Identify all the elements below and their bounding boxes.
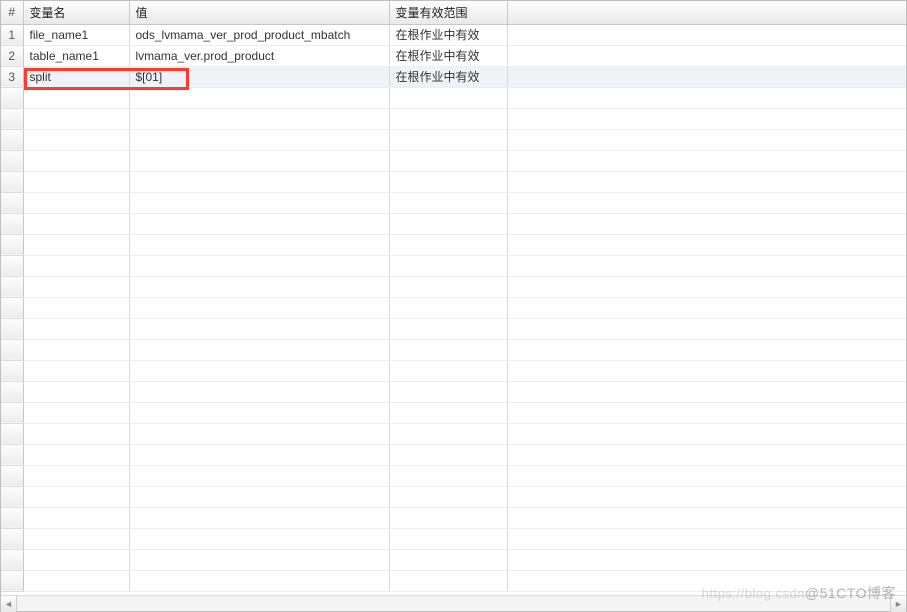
table-row[interactable]: 2 table_name1 lvmama_ver.prod_product 在根… (1, 45, 906, 66)
header-value[interactable]: 值 (129, 1, 389, 24)
table-row-empty[interactable] (1, 129, 906, 150)
row-num: 1 (1, 24, 23, 45)
cell-scope[interactable]: 在根作业中有效 (389, 24, 507, 45)
cell-value[interactable]: lvmama_ver.prod_product (129, 45, 389, 66)
table-row-empty[interactable] (1, 402, 906, 423)
table-row-empty[interactable] (1, 276, 906, 297)
cell-value[interactable]: ods_lvmama_ver_prod_product_mbatch (129, 24, 389, 45)
scroll-right-icon[interactable]: ► (890, 596, 906, 612)
table-header-row: # 变量名 值 变量有效范围 (1, 1, 906, 24)
table-row-empty[interactable] (1, 171, 906, 192)
header-scope[interactable]: 变量有效范围 (389, 1, 507, 24)
variables-table-container: # 变量名 值 变量有效范围 1 file_name1 ods_lvmama_v… (1, 1, 906, 595)
cell-blank (507, 24, 906, 45)
table-row-empty[interactable] (1, 360, 906, 381)
table-row-empty[interactable] (1, 297, 906, 318)
table-row[interactable]: 1 file_name1 ods_lvmama_ver_prod_product… (1, 24, 906, 45)
cell-value[interactable]: $[01] (129, 66, 389, 87)
cell-name[interactable]: file_name1 (23, 24, 129, 45)
table-row-empty[interactable] (1, 423, 906, 444)
table-row-empty[interactable] (1, 213, 906, 234)
table-row-empty[interactable] (1, 507, 906, 528)
variables-panel: # 变量名 值 变量有效范围 1 file_name1 ods_lvmama_v… (0, 0, 907, 612)
row-num: 2 (1, 45, 23, 66)
table-row-empty[interactable] (1, 87, 906, 108)
cell-name[interactable]: table_name1 (23, 45, 129, 66)
variables-table[interactable]: # 变量名 值 变量有效范围 1 file_name1 ods_lvmama_v… (1, 1, 906, 592)
header-num[interactable]: # (1, 1, 23, 24)
table-row-empty[interactable] (1, 108, 906, 129)
cell-blank (507, 45, 906, 66)
table-row-empty[interactable] (1, 339, 906, 360)
table-row-empty[interactable] (1, 465, 906, 486)
table-row[interactable]: 3 split $[01] 在根作业中有效 (1, 66, 906, 87)
table-row-empty[interactable] (1, 570, 906, 591)
table-row-empty[interactable] (1, 486, 906, 507)
cell-scope[interactable]: 在根作业中有效 (389, 45, 507, 66)
table-row-empty[interactable] (1, 318, 906, 339)
header-name[interactable]: 变量名 (23, 1, 129, 24)
cell-scope[interactable]: 在根作业中有效 (389, 66, 507, 87)
header-blank (507, 1, 906, 24)
horizontal-scrollbar[interactable]: ◄ ► (1, 595, 906, 611)
table-row-empty[interactable] (1, 234, 906, 255)
scroll-left-icon[interactable]: ◄ (1, 596, 17, 612)
cell-name[interactable]: split (23, 66, 129, 87)
row-num: 3 (1, 66, 23, 87)
table-body: 1 file_name1 ods_lvmama_ver_prod_product… (1, 24, 906, 591)
cell-blank (507, 66, 906, 87)
table-row-empty[interactable] (1, 549, 906, 570)
table-row-empty[interactable] (1, 528, 906, 549)
table-row-empty[interactable] (1, 255, 906, 276)
table-row-empty[interactable] (1, 444, 906, 465)
table-row-empty[interactable] (1, 150, 906, 171)
table-row-empty[interactable] (1, 192, 906, 213)
table-row-empty[interactable] (1, 381, 906, 402)
